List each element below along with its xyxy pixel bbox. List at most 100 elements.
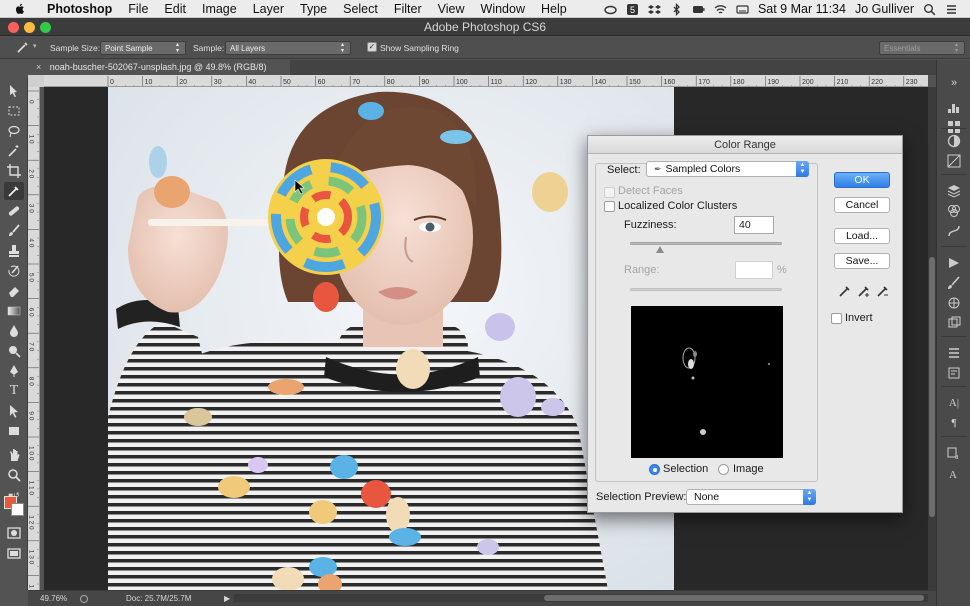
- document-tab[interactable]: × noah-buscher-502067-unsplash.jpg @ 49.…: [28, 60, 290, 75]
- clock[interactable]: Sat 9 Mar 11:34: [758, 2, 846, 16]
- dock-collapse-button[interactable]: »: [946, 76, 962, 90]
- dock-paragraph-button[interactable]: ¶: [946, 416, 962, 430]
- history-brush-tool[interactable]: [4, 262, 24, 280]
- dock-swatches-button[interactable]: [946, 120, 962, 134]
- menu-app-name[interactable]: Photoshop: [39, 0, 120, 18]
- keyboard-icon[interactable]: [736, 3, 749, 16]
- type-tool[interactable]: T: [4, 382, 24, 400]
- menu-window[interactable]: Window: [473, 0, 533, 18]
- lasso-tool[interactable]: [4, 122, 24, 140]
- quick-selection-tool[interactable]: [4, 142, 24, 160]
- dock-paragraph-styles-button[interactable]: A: [946, 466, 962, 480]
- selection-radio[interactable]: [649, 464, 660, 475]
- horizontal-ruler[interactable]: 0 10 20 30 40 50 60 70 80 90 100 110 120 130 140 150 160…: [44, 75, 928, 87]
- dock-navigator-button[interactable]: [946, 296, 962, 310]
- dodge-tool[interactable]: [4, 342, 24, 360]
- dock-info-button[interactable]: [946, 346, 962, 360]
- menu-help[interactable]: Help: [533, 0, 575, 18]
- image-radio[interactable]: [718, 464, 729, 475]
- ok-button[interactable]: OK: [834, 172, 890, 188]
- menu-select[interactable]: Select: [335, 0, 386, 18]
- healing-brush-tool[interactable]: [4, 202, 24, 220]
- load-button[interactable]: Load...: [834, 228, 890, 244]
- vertical-scrollbar[interactable]: [928, 87, 936, 590]
- blur-tool[interactable]: [4, 322, 24, 340]
- apple-icon[interactable]: [13, 2, 27, 16]
- move-tool[interactable]: [4, 82, 24, 100]
- menu-image[interactable]: Image: [194, 0, 245, 18]
- pen-tool[interactable]: [4, 362, 24, 380]
- menu-view[interactable]: View: [430, 0, 473, 18]
- menu-layer[interactable]: Layer: [245, 0, 292, 18]
- invert-checkbox[interactable]: [831, 313, 842, 324]
- dock-adjustments-button[interactable]: [946, 134, 962, 148]
- detect-faces-checkbox[interactable]: [604, 187, 615, 198]
- vertical-ruler[interactable]: 0 1 0 2 0 3 0 4 0 5 0 6 0 7 0 8 0 9 0 1 0 0 1 1 0 1 …: [28, 87, 40, 590]
- eyedropper-icon[interactable]: [838, 284, 852, 298]
- wifi-icon[interactable]: [714, 3, 727, 16]
- cancel-button[interactable]: Cancel: [834, 197, 890, 213]
- fuzziness-input[interactable]: 40: [734, 216, 774, 234]
- add-to-sample-eyedropper-icon[interactable]: [857, 284, 871, 298]
- dock-layers-button[interactable]: [946, 184, 962, 198]
- select-dropdown[interactable]: ✒ Sampled Colors ▲ ▼: [646, 161, 809, 177]
- clone-stamp-tool[interactable]: [4, 242, 24, 260]
- dock-character-button[interactable]: A|: [946, 396, 962, 410]
- horizontal-scroll-thumb[interactable]: [544, 595, 924, 601]
- dock-properties-button[interactable]: [946, 366, 962, 380]
- crop-tool[interactable]: [4, 162, 24, 180]
- fuzziness-slider-thumb[interactable]: [656, 246, 665, 253]
- gradient-tool[interactable]: [4, 302, 24, 320]
- status-menu-arrow[interactable]: ▶: [224, 591, 230, 606]
- dropbox-icon[interactable]: [647, 3, 661, 16]
- horizontal-scrollbar[interactable]: [234, 594, 928, 602]
- zoom-tool[interactable]: [4, 466, 24, 484]
- five-badge-icon[interactable]: 5: [626, 3, 639, 16]
- dock-paths-button[interactable]: [946, 224, 962, 238]
- share-status-icon[interactable]: [80, 595, 88, 603]
- range-input[interactable]: [735, 261, 773, 279]
- workspace-select[interactable]: Essentials: [879, 41, 965, 55]
- bluetooth-icon[interactable]: [670, 2, 683, 16]
- vertical-scroll-thumb[interactable]: [929, 257, 935, 517]
- dock-character-styles-button[interactable]: a: [946, 446, 962, 460]
- range-slider-track[interactable]: [630, 288, 782, 291]
- rectangle-tool[interactable]: [4, 422, 24, 440]
- dock-brush-button[interactable]: [946, 276, 962, 290]
- dock-actions-button[interactable]: [946, 316, 962, 330]
- path-selection-tool[interactable]: [4, 402, 24, 420]
- notification-center-icon[interactable]: [945, 3, 958, 16]
- menu-edit[interactable]: Edit: [156, 0, 194, 18]
- show-sampling-ring-checkbox[interactable]: ✓: [367, 42, 377, 52]
- fuzziness-slider-track[interactable]: [630, 242, 782, 245]
- sample-layers-select[interactable]: All Layers: [225, 41, 351, 55]
- dock-styles-button[interactable]: [946, 154, 962, 168]
- screen-mode-button[interactable]: [4, 544, 24, 562]
- dock-history-button[interactable]: [946, 100, 962, 114]
- battery-icon[interactable]: [692, 3, 705, 16]
- close-document-icon[interactable]: ×: [36, 62, 41, 72]
- hand-tool[interactable]: [4, 446, 24, 464]
- menu-file[interactable]: File: [120, 0, 156, 18]
- save-button[interactable]: Save...: [834, 253, 890, 269]
- user-name[interactable]: Jo Gulliver: [855, 2, 914, 16]
- marquee-tool[interactable]: [4, 102, 24, 120]
- creative-cloud-icon[interactable]: [604, 3, 617, 16]
- subtract-from-sample-eyedropper-icon[interactable]: [876, 284, 890, 298]
- brush-tool[interactable]: [4, 222, 24, 240]
- background-color-swatch[interactable]: [11, 503, 24, 516]
- tool-preset-dropdown-arrow[interactable]: ▾: [33, 42, 37, 50]
- zoom-level[interactable]: 49.76%: [40, 591, 67, 606]
- menu-type[interactable]: Type: [292, 0, 335, 18]
- dock-channels-button[interactable]: [946, 204, 962, 218]
- eyedropper-tool-preset-icon[interactable]: [16, 40, 30, 54]
- localized-color-clusters-checkbox[interactable]: [604, 201, 615, 212]
- selection-preview-image[interactable]: [631, 306, 783, 458]
- quick-mask-button[interactable]: [4, 524, 24, 542]
- dock-timeline-button[interactable]: [946, 256, 962, 270]
- spotlight-search-icon[interactable]: [923, 3, 936, 16]
- eyedropper-tool[interactable]: [4, 182, 24, 200]
- menu-filter[interactable]: Filter: [386, 0, 430, 18]
- eraser-tool[interactable]: [4, 282, 24, 300]
- selection-preview-dropdown[interactable]: None ▲ ▼: [686, 489, 816, 505]
